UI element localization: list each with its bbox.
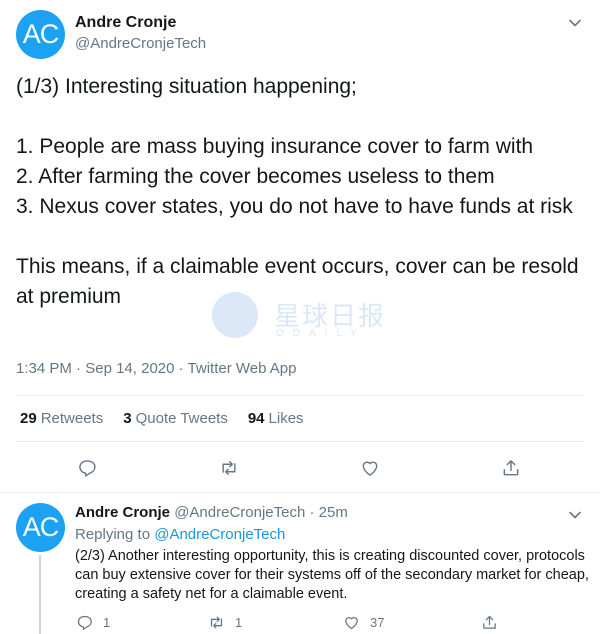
retweet-icon[interactable] [219, 457, 241, 479]
replying-to-link[interactable]: @AndreCronjeTech [154, 526, 285, 543]
chevron-down-icon[interactable] [568, 508, 582, 522]
reply-action[interactable]: 1 [76, 614, 110, 631]
heart-icon[interactable] [343, 614, 360, 631]
tweet-text: (1/3) Interesting situation happening; 1… [16, 72, 584, 312]
replying-to: Replying to @AndreCronjeTech [75, 526, 285, 543]
tweet-time[interactable]: 1:34 PM [16, 360, 72, 377]
author-handle[interactable]: @AndreCronjeTech [174, 504, 305, 521]
share-icon[interactable] [501, 457, 523, 479]
separator-dot: · [309, 504, 315, 521]
quote-tweets-stat[interactable]: 3 Quote Tweets [123, 410, 228, 427]
reply-count: 1 [103, 615, 111, 630]
retweets-label: Retweets [40, 410, 104, 427]
tweet-age[interactable]: 25m [319, 504, 348, 521]
like-count: 37 [370, 615, 385, 630]
quote-tweets-label: Quote Tweets [135, 410, 228, 427]
watermark-subtext: ODAILY [276, 328, 366, 339]
reply-tweet[interactable]: AC Andre Cronje @AndreCronjeTech · 25m R… [0, 493, 600, 634]
reply-text: (2/3) Another interesting opportunity, t… [75, 548, 589, 602]
reply-icon[interactable] [76, 614, 93, 631]
reply-actions: 1 1 37 [0, 614, 600, 634]
retweet-icon[interactable] [208, 614, 225, 631]
author-name[interactable]: Andre Cronje [75, 504, 170, 521]
divider [16, 395, 584, 396]
likes-count: 94 [247, 410, 265, 427]
avatar[interactable]: AC [16, 503, 65, 552]
retweets-count: 29 [20, 410, 37, 427]
likes-stat[interactable]: 94 Likes [248, 410, 304, 427]
tweet-paragraph: 1. People are mass buying insurance cove… [16, 135, 573, 218]
avatar[interactable]: AC [16, 10, 65, 59]
replying-to-label: Replying to [75, 526, 151, 543]
reply-icon[interactable] [77, 457, 99, 479]
share-action[interactable] [481, 614, 498, 631]
share-icon[interactable] [481, 614, 498, 631]
reply-header: Andre Cronje @AndreCronjeTech · 25m [75, 504, 348, 521]
tweet-paragraph: (1/3) Interesting situation happening; [16, 75, 357, 98]
retweet-count: 1 [235, 615, 243, 630]
like-action[interactable]: 37 [343, 614, 384, 631]
divider [16, 441, 584, 442]
retweets-stat[interactable]: 29 Retweets [20, 410, 103, 427]
tweet-source[interactable]: Twitter Web App [174, 360, 296, 377]
chevron-down-icon[interactable] [568, 16, 582, 30]
retweet-action[interactable]: 1 [208, 614, 242, 631]
quote-tweets-count: 3 [123, 410, 132, 427]
tweet-paragraph: This means, if a claimable event occurs,… [16, 255, 579, 308]
tweet-stats: 29 Retweets 3 Quote Tweets 94 Likes [20, 410, 304, 427]
author-handle[interactable]: @AndreCronjeTech [75, 35, 206, 52]
main-tweet: AC Andre Cronje @AndreCronjeTech (1/3) I… [0, 0, 600, 493]
author-name[interactable]: Andre Cronje [75, 14, 176, 32]
likes-label: Likes [268, 410, 304, 427]
tweet-date[interactable]: Sep 14, 2020 [72, 360, 175, 377]
tweet-actions [0, 457, 600, 481]
tweet-meta: 1:34 PMSep 14, 2020Twitter Web App [16, 360, 296, 377]
heart-icon[interactable] [360, 457, 382, 479]
